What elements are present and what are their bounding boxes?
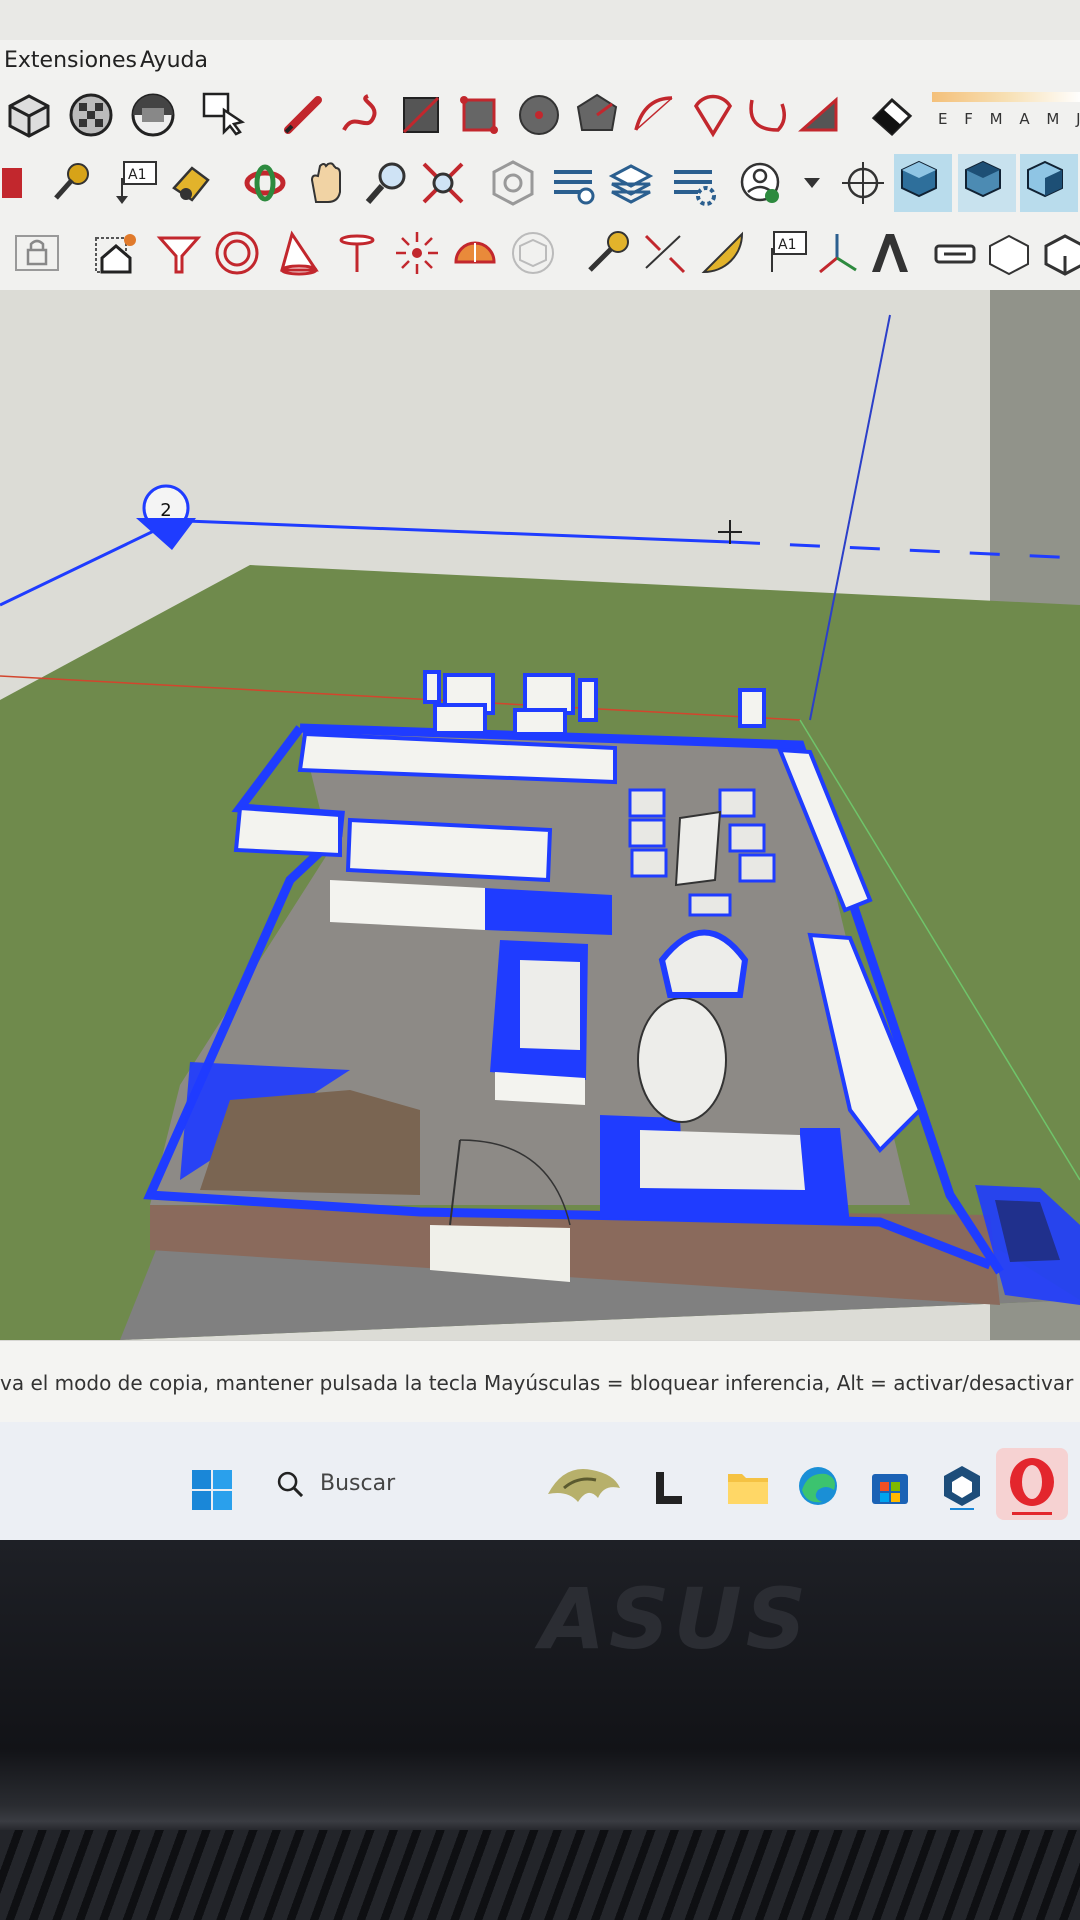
- toolbar-drawing: E F M A M J: [0, 80, 1080, 151]
- laptop-bezel: ASUS: [0, 1540, 1080, 1920]
- section-marker-label: 2: [160, 500, 171, 521]
- move-icon[interactable]: [0, 158, 32, 208]
- file-explorer-icon[interactable]: [726, 1464, 770, 1508]
- extension-icon[interactable]: [606, 158, 656, 208]
- section-plane-icon[interactable]: [930, 228, 980, 278]
- store-icon[interactable]: [868, 1464, 912, 1508]
- warehouse-icon[interactable]: [488, 158, 538, 208]
- shadow-months-slider[interactable]: E F M A M J: [932, 80, 1080, 140]
- iso-view-icon[interactable]: [894, 154, 952, 212]
- svg-text:A1: A1: [128, 167, 146, 183]
- component-icon[interactable]: [984, 228, 1034, 278]
- camera-icon[interactable]: [838, 158, 888, 208]
- top-view-icon[interactable]: [958, 154, 1016, 212]
- layers-icon[interactable]: [548, 158, 598, 208]
- sketchup-screen: Extensiones Ayuda E F M A M J A1 A1 2 va…: [0, 0, 1080, 1540]
- house-icon[interactable]: [92, 228, 142, 278]
- settings-icon[interactable]: [668, 158, 718, 208]
- paint-icon[interactable]: [166, 158, 216, 208]
- menu-bar: Extensiones Ayuda: [0, 40, 1080, 80]
- lock-icon[interactable]: [12, 228, 62, 278]
- rectangle-icon[interactable]: [396, 90, 446, 140]
- modeling-viewport[interactable]: 2: [0, 290, 1080, 1340]
- sketchup-icon[interactable]: [940, 1462, 984, 1510]
- styles-icon[interactable]: [128, 90, 178, 140]
- materials-icon[interactable]: [66, 90, 116, 140]
- chevron-down-icon[interactable]: [790, 158, 840, 208]
- protractor-icon[interactable]: [698, 228, 748, 278]
- group-icon[interactable]: [1040, 228, 1080, 278]
- windows-taskbar: Buscar: [0, 1422, 1080, 1540]
- text-icon[interactable]: A1: [110, 158, 160, 208]
- concentric-circles-icon[interactable]: [212, 228, 262, 278]
- keyboard-edge: [0, 1830, 1080, 1920]
- axes-icon[interactable]: [812, 228, 862, 278]
- text-label-icon[interactable]: A1: [760, 228, 810, 278]
- widget-icon[interactable]: [544, 1458, 624, 1514]
- paint-bucket-icon[interactable]: [48, 158, 98, 208]
- shadow-months-labels: E F M A M J: [938, 110, 1080, 128]
- taskbar-search-box[interactable]: Buscar: [264, 1462, 514, 1506]
- funnel-icon[interactable]: [154, 228, 204, 278]
- pan-icon[interactable]: [302, 158, 352, 208]
- opera-icon[interactable]: [996, 1448, 1068, 1520]
- dome-icon[interactable]: [450, 228, 500, 278]
- cube-outline-icon[interactable]: [508, 228, 558, 278]
- status-hint-text: va el modo de copia, mantener pulsada la…: [0, 1371, 1080, 1395]
- user-account-icon[interactable]: [736, 158, 786, 208]
- arc-icon[interactable]: [630, 90, 680, 140]
- zoom-icon[interactable]: [362, 158, 412, 208]
- three-d-text-icon[interactable]: [864, 228, 914, 278]
- rotated-rectangle-icon[interactable]: [454, 90, 504, 140]
- pie-icon[interactable]: [688, 90, 738, 140]
- pencil-icon[interactable]: [278, 90, 328, 140]
- select-icon[interactable]: [198, 88, 248, 138]
- cone-icon[interactable]: [272, 228, 322, 278]
- dimension-icon[interactable]: [640, 228, 690, 278]
- front-view-icon[interactable]: [1020, 154, 1078, 212]
- two-point-arc-icon[interactable]: [742, 90, 792, 140]
- svg-text:A1: A1: [778, 237, 796, 253]
- sketchup-layout-icon[interactable]: [654, 1470, 684, 1506]
- eraser-icon[interactable]: [866, 90, 916, 140]
- section-box-icon[interactable]: [4, 90, 54, 140]
- search-placeholder: Buscar: [320, 1471, 396, 1496]
- freehand-icon[interactable]: [338, 90, 388, 140]
- toolbar-view: A1: [0, 150, 1080, 219]
- brand-logo: ASUS: [540, 1570, 811, 1668]
- light-icon[interactable]: [392, 228, 442, 278]
- table-icon[interactable]: [332, 228, 382, 278]
- circle-icon[interactable]: [514, 90, 564, 140]
- polygon-icon[interactable]: [572, 90, 622, 140]
- orbit-icon[interactable]: [240, 158, 290, 208]
- status-bar: va el modo de copia, mantener pulsada la…: [0, 1340, 1080, 1423]
- search-icon: [277, 1471, 304, 1498]
- edge-icon[interactable]: [796, 1464, 840, 1508]
- menu-help[interactable]: Ayuda: [140, 48, 208, 73]
- toolbar-construction: A1: [0, 218, 1080, 292]
- tape-measure-icon[interactable]: [584, 228, 634, 278]
- menu-extensions[interactable]: Extensiones: [4, 48, 137, 73]
- zoom-extents-icon[interactable]: [418, 158, 468, 208]
- start-icon[interactable]: [190, 1468, 234, 1512]
- three-point-arc-icon[interactable]: [796, 90, 846, 140]
